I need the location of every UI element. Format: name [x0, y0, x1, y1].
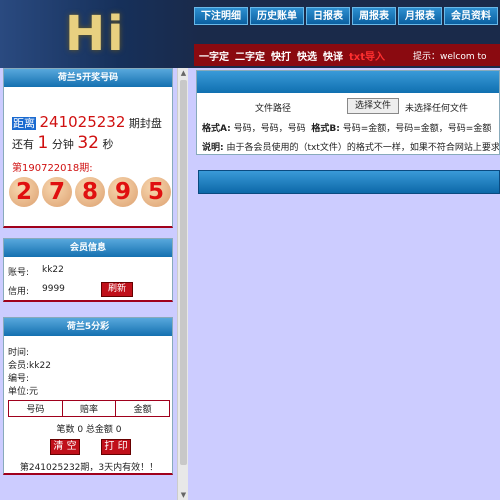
draw-ball: 5 [141, 177, 171, 207]
draw-ball: 2 [9, 177, 39, 207]
play-quick-bet[interactable]: 快打 [271, 48, 291, 63]
account-value: kk22 [42, 265, 64, 275]
note-label: 说明: [202, 143, 224, 153]
close-countdown: 距离 241025232 期封盘 [12, 113, 162, 131]
member-row: 会员:kk22 [8, 358, 51, 371]
col-amount: 金额 [115, 400, 170, 417]
member-value: kk22 [29, 361, 51, 371]
time-label: 时间: [8, 348, 30, 358]
bet-summary: 笔数 0 总金额 0 [56, 425, 122, 435]
play-txt-import[interactable]: txt导入 [349, 48, 385, 63]
bet-slip-title: 荷兰5分彩 [4, 318, 172, 336]
second-unit: 秒 [102, 138, 114, 151]
nav-bet-details[interactable]: 下注明细 [194, 7, 248, 25]
scroll-up-icon[interactable]: ▲ [178, 68, 189, 78]
play-quick-translate[interactable]: 快译 [323, 48, 343, 63]
credit-label: 信用: [8, 287, 30, 297]
member-label: 会员: [8, 361, 30, 371]
credit-value: 9999 [42, 284, 65, 294]
last-draw-period: 第190722018期: [12, 163, 93, 174]
nav-weekly-report[interactable]: 周报表 [352, 7, 396, 25]
remaining-time: 还有 1 分钟 32 秒 [12, 133, 113, 153]
remain-seconds: 32 [77, 133, 99, 153]
header: Hi 下注明细 历史账单 日报表 周报表 月报表 会员资料 一字定 二字定 快打… [0, 0, 500, 68]
format-row: 格式A: 号码，号码，号码 格式B: 号码=金额，号码=金额，号码=金额 [202, 121, 491, 134]
nav-monthly-report[interactable]: 月报表 [398, 7, 442, 25]
col-odds: 赔率 [61, 400, 117, 417]
col-number: 号码 [8, 400, 63, 417]
logo: Hi [65, 6, 126, 62]
draw-ball: 8 [75, 177, 105, 207]
draw-panel: 荷兰5开奖号码 距离 241025232 期封盘 还有 1 分钟 32 秒 第1… [3, 68, 173, 228]
nav-member-info[interactable]: 会员资料 [444, 7, 498, 25]
results-header-bar [198, 170, 500, 194]
notice-marquee: 提示：welcom to [413, 51, 487, 62]
minute-unit: 分钟 [51, 138, 74, 151]
play-one-digit[interactable]: 一字定 [199, 48, 229, 63]
format-b-label: 格式B: [311, 124, 340, 134]
import-panel-header [197, 71, 499, 93]
bet-table: 号码 赔率 金额 [8, 400, 170, 417]
member-panel: 会员信息 账号: kk22 信用: 9999 刷新 [3, 238, 173, 302]
unit-label: 单位: [8, 387, 30, 397]
nav-daily-report[interactable]: 日报表 [306, 7, 350, 25]
draw-ball: 7 [42, 177, 72, 207]
remain-prefix: 还有 [12, 138, 34, 151]
draw-numbers: 2 7 8 9 5 [9, 177, 171, 207]
member-panel-title: 会员信息 [4, 239, 172, 257]
scroll-down-icon[interactable]: ▼ [178, 490, 189, 500]
bet-table-header: 号码 赔率 金额 [8, 400, 170, 417]
file-status: 未选择任何文件 [405, 104, 469, 114]
remain-minutes: 1 [37, 133, 49, 153]
nav-history-bills[interactable]: 历史账单 [250, 7, 304, 25]
play-quick-select[interactable]: 快选 [297, 48, 317, 63]
draw-panel-title: 荷兰5开奖号码 [4, 69, 172, 87]
draw-ball: 9 [108, 177, 138, 207]
distance-label: 距离 [12, 117, 36, 130]
format-b-text: 号码=金额，号码=金额，号码=金额 [342, 124, 492, 134]
top-nav: 下注明细 历史账单 日报表 周报表 月报表 会员资料 [194, 7, 498, 25]
scrollbar-thumb[interactable] [180, 80, 187, 465]
clear-button[interactable]: 清 空 [50, 439, 80, 455]
bet-slip-panel: 荷兰5分彩 时间: 会员:kk22 编号: 单位:元 号码 赔率 金额 笔数 0… [3, 317, 173, 475]
close-suffix: 期封盘 [128, 117, 162, 130]
play-type-bar: 一字定 二字定 快打 快选 快译 txt导入 提示：welcom to [194, 44, 500, 66]
note-text: 由于各会员使用的（txt文件）的格式不一样，如果不符合网站上要求 [226, 143, 500, 153]
format-a-text: 号码，号码，号码 [233, 124, 306, 134]
code-label: 编号: [8, 374, 30, 384]
account-label: 账号: [8, 268, 30, 278]
refresh-button[interactable]: 刷新 [101, 282, 133, 297]
left-frame-scrollbar[interactable]: ▲ ▼ [177, 68, 188, 500]
note-row: 说明: 由于各会员使用的（txt文件）的格式不一样，如果不符合网站上要求 [202, 140, 500, 153]
current-period: 241025232 [39, 113, 126, 131]
unit-row: 单位:元 [8, 384, 38, 397]
print-button[interactable]: 打 印 [101, 439, 131, 455]
validity-note: 第241025232期，3天内有效！！ [19, 463, 159, 473]
choose-file-button[interactable]: 选择文件 [347, 98, 399, 114]
account-row: 账号: [8, 265, 29, 278]
txt-import-panel: 文件路径 选择文件 未选择任何文件 格式A: 号码，号码，号码 格式B: 号码=… [196, 70, 500, 155]
unit-value: 元 [29, 387, 39, 397]
format-a-label: 格式A: [202, 124, 231, 134]
file-path-label: 文件路径 [255, 104, 292, 114]
play-two-digit[interactable]: 二字定 [235, 48, 265, 63]
